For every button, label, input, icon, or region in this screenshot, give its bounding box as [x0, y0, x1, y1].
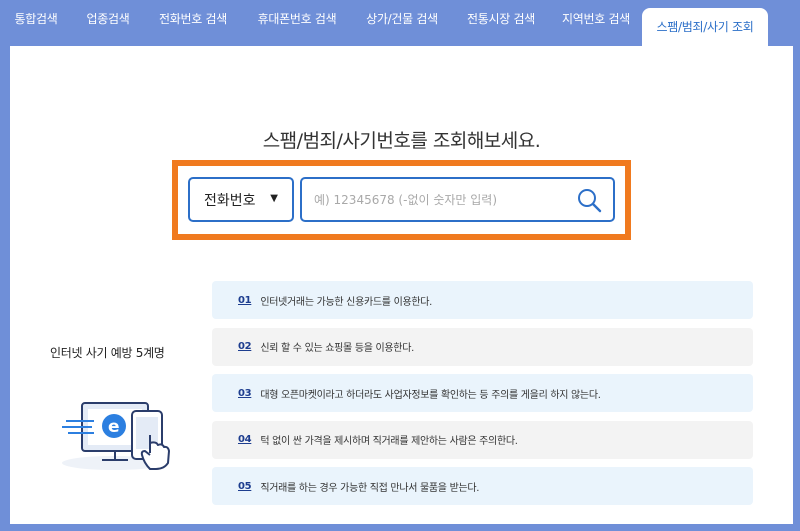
tip-text: 신뢰 할 수 있는 쇼핑몰 등을 이용한다.: [260, 343, 414, 354]
svg-text:e: e: [108, 417, 120, 437]
tab-mobile-search[interactable]: 휴대폰번호 검색: [242, 0, 352, 46]
search-type-select[interactable]: 전화번호 ▼: [188, 177, 294, 222]
dropdown-arrow-icon: ▼: [270, 193, 278, 204]
search-icon: [578, 189, 602, 213]
tab-bar: 통합검색 업종검색 전화번호 검색 휴대폰번호 검색 상가/건물 검색 전통시장…: [0, 0, 800, 46]
fraud-prevention-title: 인터넷 사기 예방 5계명: [50, 344, 165, 361]
tip-item-04: 04 턱 없이 싼 가격을 제시하며 직거래를 제안하는 사람은 주의한다.: [212, 420, 753, 459]
search-button[interactable]: [575, 186, 603, 214]
tab-phone-search[interactable]: 전화번호 검색: [144, 0, 242, 46]
tab-building-search[interactable]: 상가/건물 검색: [352, 0, 452, 46]
tab-business-search[interactable]: 업종검색: [72, 0, 144, 46]
tip-number: 04: [238, 434, 252, 445]
tip-text: 턱 없이 싼 가격을 제시하며 직거래를 제안하는 사람은 주의한다.: [260, 436, 518, 447]
e-commerce-device-icon: e: [58, 391, 178, 476]
fraud-prevention-title-count: 5계명: [135, 346, 165, 360]
tab-area-code-search[interactable]: 지역번호 검색: [550, 0, 642, 46]
tip-item-01: 01 인터넷거래는 가능한 신용카드를 이용한다.: [212, 281, 753, 319]
tip-number: 03: [238, 387, 252, 399]
tip-item-02: 02 신뢰 할 수 있는 쇼핑몰 등을 이용한다.: [212, 327, 753, 366]
tab-integrated-search[interactable]: 통합검색: [0, 0, 72, 46]
page-title: 스팸/범죄/사기번호를 조회해보세요.: [262, 130, 541, 152]
main-panel: 스팸/범죄/사기번호를 조회해보세요. 전화번호 ▼ 인터넷 사기 예방 5계명: [10, 46, 793, 524]
tip-text: 대형 오픈마켓이라고 하더라도 사업자정보를 확인하는 등 주의를 게을리 하지…: [260, 389, 601, 401]
fraud-tips-list: 01 인터넷거래는 가능한 신용카드를 이용한다. 02 신뢰 할 수 있는 쇼…: [212, 281, 753, 514]
search-input[interactable]: [314, 179, 574, 220]
tip-item-05: 05 직거래를 하는 경우 가능한 직접 만나서 물품을 받는다.: [212, 467, 753, 505]
search-type-value: 전화번호: [204, 192, 256, 209]
tip-text: 인터넷거래는 가능한 신용카드를 이용한다.: [260, 296, 433, 308]
tab-market-search[interactable]: 전통시장 검색: [452, 0, 550, 46]
tab-spam-lookup[interactable]: 스팸/범죄/사기 조회: [642, 8, 768, 46]
tip-number: 05: [238, 480, 252, 492]
tip-number: 01: [238, 294, 252, 306]
search-box: [300, 177, 615, 222]
fraud-prevention-title-main: 인터넷 사기 예방: [50, 346, 136, 360]
tip-item-03: 03 대형 오픈마켓이라고 하더라도 사업자정보를 확인하는 등 주의를 게을리…: [212, 374, 753, 412]
tip-number: 02: [238, 341, 252, 352]
page-frame: 통합검색 업종검색 전화번호 검색 휴대폰번호 검색 상가/건물 검색 전통시장…: [0, 0, 800, 531]
tip-text: 직거래를 하는 경우 가능한 직접 만나서 물품을 받는다.: [260, 482, 480, 494]
